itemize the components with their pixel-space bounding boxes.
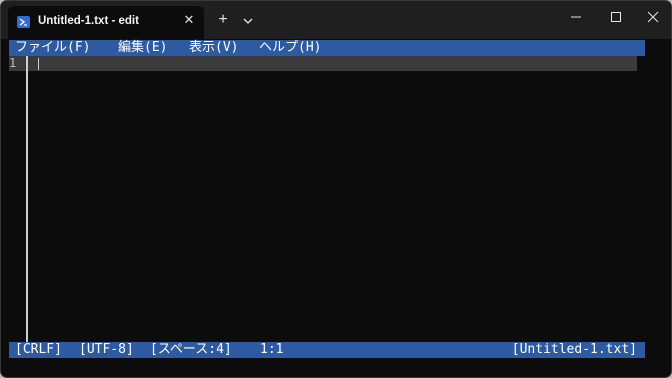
line-number: 1 xyxy=(9,56,17,70)
tab-title: Untitled-1.txt - edit xyxy=(38,15,139,27)
menu-file[interactable]: ファイル(F) xyxy=(15,40,90,56)
title-bar: Untitled-1.txt - edit ✕ + xyxy=(1,1,671,39)
menu-view[interactable]: 表示(V) xyxy=(189,40,238,56)
menu-help[interactable]: ヘルプ(H) xyxy=(259,40,321,56)
powershell-icon xyxy=(17,16,30,28)
filename-status: [Untitled-1.txt] xyxy=(511,342,637,357)
menu-bar: ファイル(F) 編集(E) 表示(V) ヘルプ(H) xyxy=(9,40,645,56)
menu-edit[interactable]: 編集(E) xyxy=(118,40,167,56)
tab-untitled[interactable]: Untitled-1.txt - edit ✕ xyxy=(8,6,204,39)
gutter-divider xyxy=(26,56,28,342)
line-ending-status[interactable]: [CRLF] xyxy=(15,342,62,358)
close-window-button[interactable] xyxy=(633,1,671,33)
close-tab-icon[interactable]: ✕ xyxy=(181,13,197,29)
indent-status[interactable]: [スペース:4] xyxy=(150,342,232,358)
chevron-down-icon[interactable] xyxy=(241,13,255,27)
status-bar: [CRLF] [UTF-8] [スペース:4] 1:1 [Untitled-1.… xyxy=(9,342,645,358)
cursor-position: 1:1 xyxy=(260,342,284,357)
text-cursor xyxy=(38,58,39,70)
current-line[interactable]: 1 xyxy=(9,56,637,71)
terminal-window: Untitled-1.txt - edit ✕ + ファイル(F) 編集(E) … xyxy=(0,0,672,378)
new-tab-button[interactable]: + xyxy=(215,12,231,28)
encoding-status[interactable]: [UTF-8] xyxy=(79,342,134,358)
